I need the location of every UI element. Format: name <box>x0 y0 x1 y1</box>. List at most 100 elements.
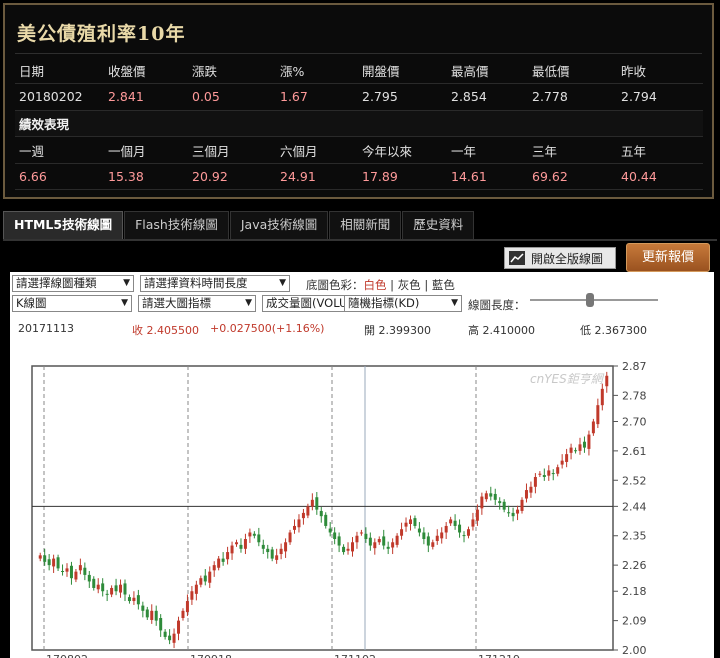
candle-body <box>74 571 78 580</box>
candle-body <box>328 528 332 533</box>
candle-body <box>547 470 551 476</box>
candle-body <box>449 519 453 524</box>
candle-body <box>435 535 439 541</box>
candle-body <box>288 532 292 543</box>
performance-header-row: 一週 一個月 三個月 六個月 今年以來 一年 三年 五年 <box>15 136 703 164</box>
perf-value-1m: 15.38 <box>104 163 188 191</box>
candle-body <box>556 467 560 474</box>
candle-body <box>163 631 167 637</box>
candle-body <box>350 542 354 552</box>
open-full-chart-button[interactable]: 開啟全版線圖 <box>504 247 616 269</box>
candle-body <box>600 388 604 406</box>
y-tick-label: 2.00 <box>622 644 647 657</box>
stochastic-select[interactable]: 隨機指標(KD) <box>344 295 462 312</box>
candle-body <box>306 506 310 516</box>
perf-value-6m: 24.91 <box>276 163 358 191</box>
col-open: 開盤價 <box>358 57 447 85</box>
y-tick-label: 2.78 <box>622 389 647 402</box>
x-tick-label: 170802 <box>46 653 88 658</box>
candle-body <box>78 565 82 571</box>
candle-body <box>230 545 234 554</box>
value-change-pct: 1.67 <box>276 83 358 111</box>
candle-body <box>199 578 203 585</box>
slider-knob[interactable] <box>586 293 594 307</box>
tab-related-news[interactable]: 相關新聞 <box>329 211 402 239</box>
candle-body <box>92 578 96 588</box>
value-low: 2.778 <box>528 83 617 111</box>
time-length-select[interactable]: 請選擇資料時間長度 <box>140 275 290 292</box>
candle-body <box>382 536 386 546</box>
candle-body <box>391 542 395 548</box>
refresh-quote-button[interactable]: 更新報價 <box>626 243 710 272</box>
candle-body <box>315 497 319 510</box>
candle-body <box>212 565 216 571</box>
candle-body <box>560 460 564 465</box>
y-tick-label: 2.87 <box>622 360 647 373</box>
candle-body <box>105 593 109 595</box>
candle-body <box>239 544 243 549</box>
candle-body <box>56 557 60 569</box>
watermark: cnYES鉅亨網 <box>530 372 603 386</box>
candle-body <box>395 535 399 545</box>
chart-icon <box>509 251 525 265</box>
candle-body <box>279 548 283 555</box>
info-open: 開 2.399300 <box>364 324 431 337</box>
y-tick-label: 2.52 <box>622 474 647 487</box>
info-change: +0.027500(+1.16%) <box>210 322 325 335</box>
candle-body <box>417 528 421 533</box>
candle-body <box>123 583 127 595</box>
candle-body <box>208 571 212 583</box>
y-tick-label: 2.44 <box>622 500 647 513</box>
bg-white-option[interactable]: 白色 <box>364 278 387 292</box>
candle-body <box>368 537 372 546</box>
perf-value-5y: 40.44 <box>617 163 703 191</box>
candle-body <box>605 375 609 387</box>
candle-body <box>471 519 475 527</box>
candle-body <box>319 510 323 517</box>
x-tick-label: 171102 <box>334 653 376 658</box>
candle-body <box>466 529 470 536</box>
perf-value-1w: 6.66 <box>15 163 104 191</box>
candle-body <box>373 542 377 549</box>
candle-body <box>516 509 520 514</box>
main-indicator-select[interactable]: 請選大圖指標 <box>138 295 256 312</box>
candle-body <box>426 536 430 546</box>
candle-body <box>377 539 381 543</box>
tab-html5-chart[interactable]: HTML5技術線圖 <box>3 211 124 239</box>
k-line-select[interactable]: K線圖 <box>12 295 132 312</box>
candle-body <box>141 605 145 611</box>
candle-body <box>475 509 479 521</box>
perf-col-3y: 三年 <box>528 136 617 164</box>
tab-history[interactable]: 歷史資料 <box>402 211 475 239</box>
bg-gray-option[interactable]: 灰色 <box>398 278 421 292</box>
info-high: 高 2.410000 <box>468 324 535 337</box>
candle-body <box>355 535 359 543</box>
candle-body <box>168 635 172 641</box>
candle-body <box>119 584 123 593</box>
chart-area: 請選擇線圖種類 請選擇資料時間長度 底圖色彩：白色 | 灰色 | 藍色 K線圖 … <box>10 272 714 658</box>
y-tick-label: 2.09 <box>622 615 647 628</box>
chart-length-label: 線圖長度： <box>468 298 526 312</box>
value-high: 2.854 <box>447 83 528 111</box>
chart-type-select[interactable]: 請選擇線圖種類 <box>12 275 134 292</box>
candle-body <box>596 405 600 425</box>
bg-blue-option[interactable]: 藍色 <box>432 278 455 292</box>
tab-java-chart[interactable]: Java技術線圖 <box>229 211 329 239</box>
quote-header-row: 日期 收盤價 漲跌 漲% 開盤價 最高價 最低價 昨收 <box>15 57 703 85</box>
candle-body <box>252 533 256 536</box>
x-tick-label: 171219 <box>478 653 520 658</box>
candle-body <box>462 535 466 537</box>
chart-length-slider[interactable] <box>530 293 658 307</box>
candle-body <box>444 525 448 533</box>
candle-body <box>65 568 69 572</box>
candle-body <box>337 536 341 546</box>
candle-body <box>538 473 542 475</box>
candle-body <box>511 512 515 517</box>
candle-body <box>114 585 118 592</box>
title-divider <box>15 53 702 54</box>
candle-body <box>498 501 502 504</box>
candle-body <box>150 610 154 620</box>
candle-body <box>386 546 390 549</box>
tab-flash-chart[interactable]: Flash技術線圖 <box>124 211 229 239</box>
candle-body <box>565 454 569 462</box>
